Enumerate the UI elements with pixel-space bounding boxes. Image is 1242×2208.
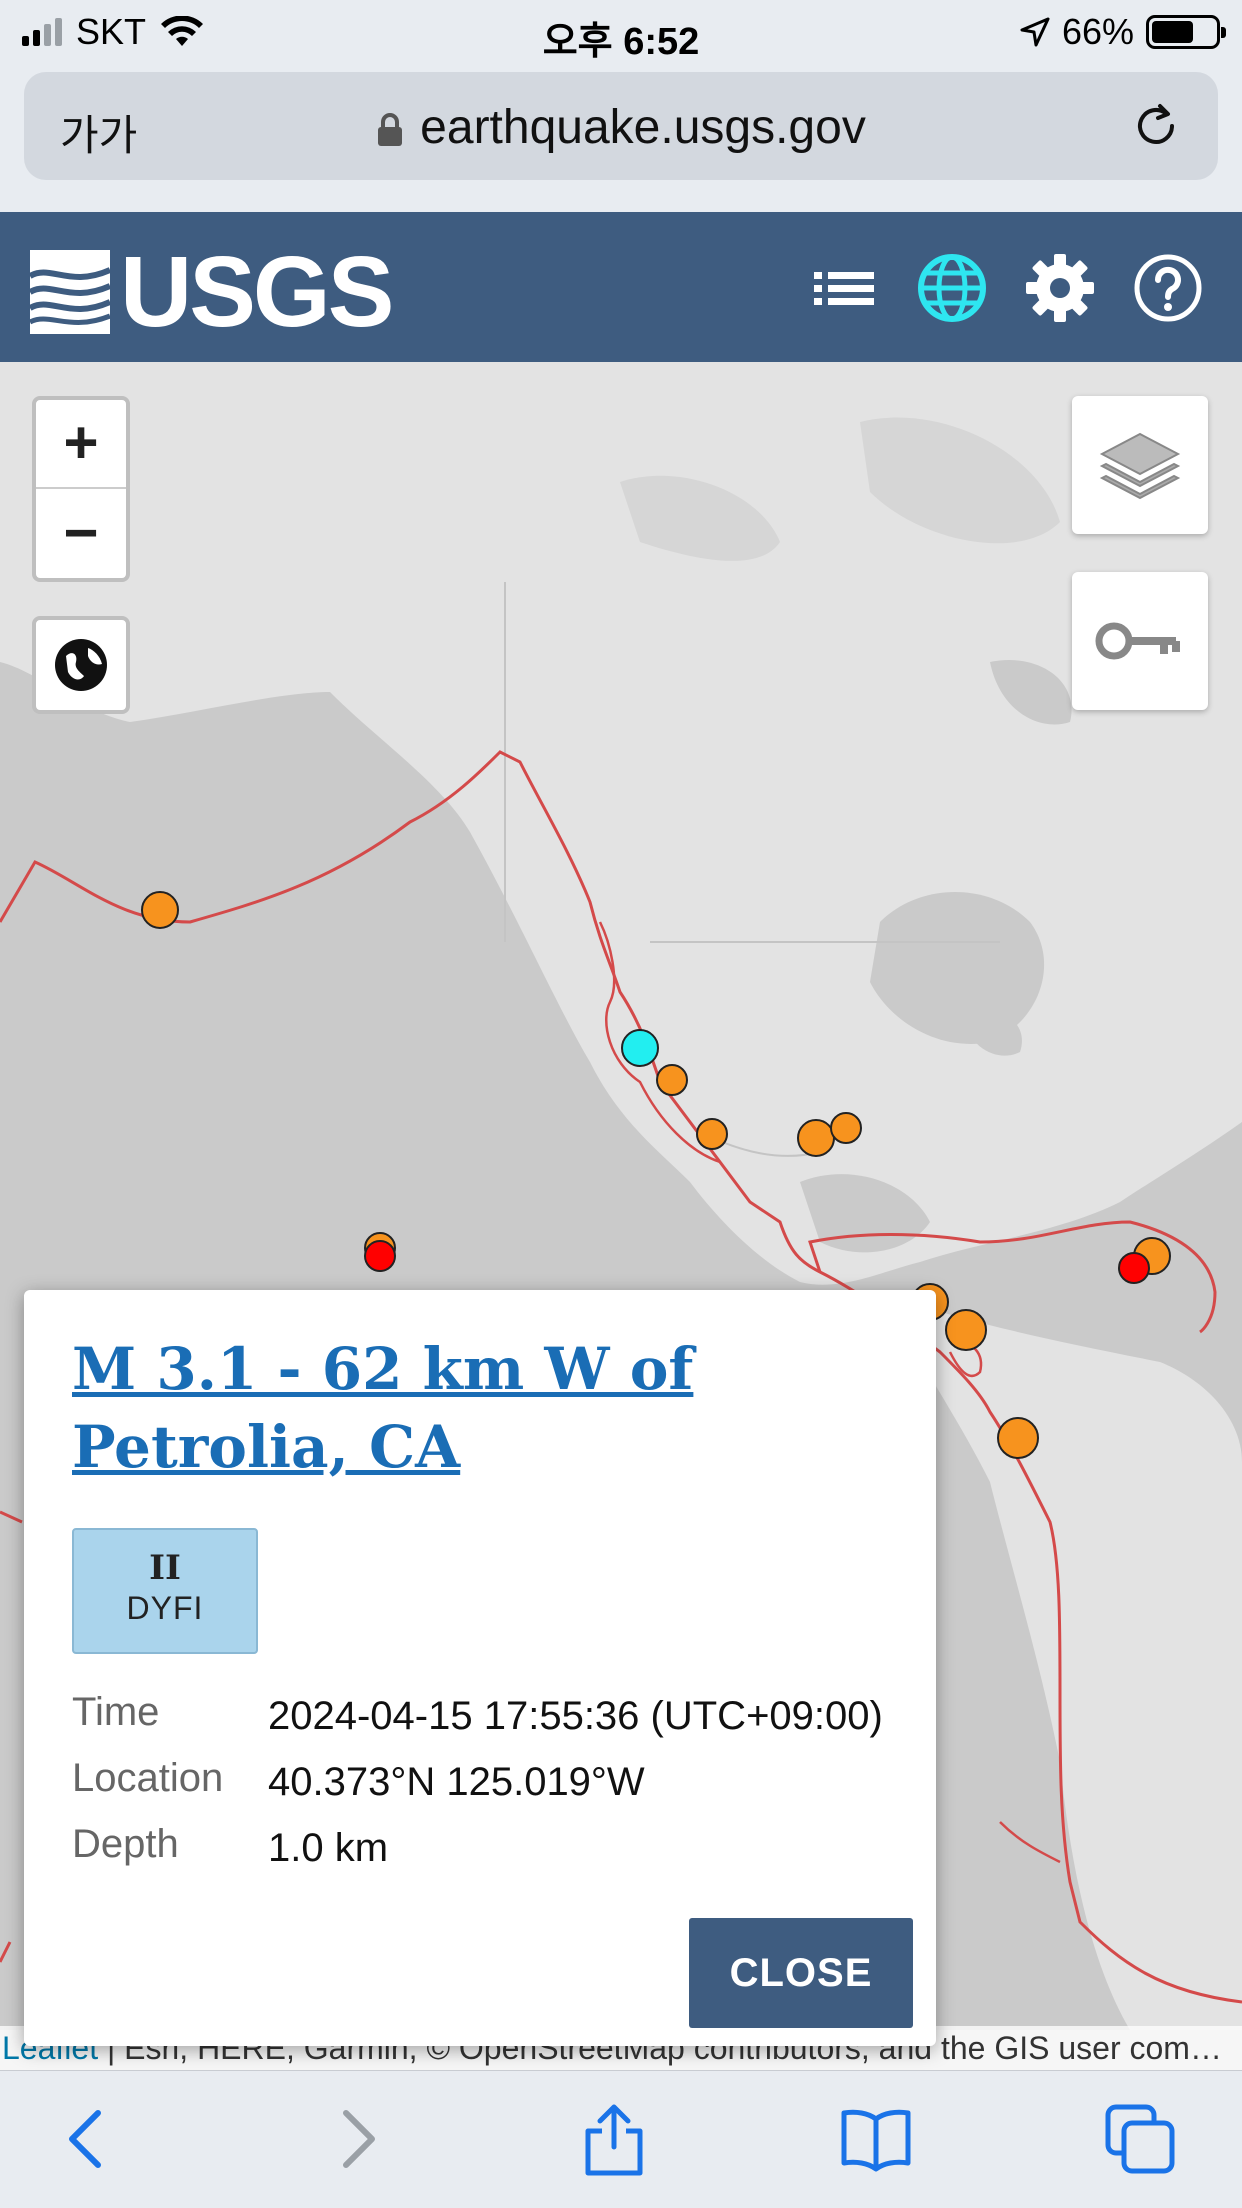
detail-value: 40.373°N 125.019°W [268,1760,645,1804]
url-text: earthquake.usgs.gov [420,101,866,154]
usgs-wave-logo-icon [30,250,110,334]
earthquake-marker[interactable] [141,891,179,929]
detail-key: Depth [72,1822,179,1866]
detail-row-location: Location 40.373°N 125.019°W [72,1756,932,1816]
earthquake-marker[interactable] [364,1240,396,1272]
earthquake-marker[interactable] [997,1417,1039,1459]
layers-icon [1099,432,1181,500]
detail-row-time: Time 2024-04-15 17:55:36 (UTC+09:00) [72,1690,932,1750]
detail-row-depth: Depth 1.0 km [72,1822,932,1882]
detail-value: 2024-04-15 17:55:36 (UTC+09:00) [268,1694,883,1738]
dyfi-intensity: II [149,1548,181,1588]
usgs-wordmark: USGS [120,236,394,348]
close-button[interactable]: CLOSE [689,1918,913,2028]
lock-icon [378,113,403,147]
globe-icon[interactable] [916,252,988,324]
earthquake-marker[interactable] [797,1119,835,1157]
zoom-out-button[interactable]: − [36,490,126,579]
status-right: 66% [1020,11,1226,52]
battery-icon [1146,15,1226,49]
usgs-logo[interactable]: USGS [30,236,394,348]
globe-icon [55,639,107,691]
reload-icon[interactable] [1130,100,1182,152]
world-view-button[interactable] [32,616,130,714]
earthquake-marker[interactable] [656,1064,688,1096]
detail-key: Location [72,1756,224,1800]
browser-toolbar [0,2070,1242,2208]
bookmarks-icon[interactable] [838,2101,914,2177]
earthquake-title-link[interactable]: M 3.1 - 62 km W of Petrolia, CA [72,1330,892,1486]
dyfi-badge[interactable]: II DYFI [72,1528,258,1654]
earthquake-marker-selected[interactable] [621,1029,659,1067]
earthquake-marker[interactable] [945,1309,987,1351]
status-bar: SKT 오후 6:52 66% [0,0,1242,66]
address-bar[interactable]: 가가 earthquake.usgs.gov [24,72,1218,180]
earthquake-marker[interactable] [696,1118,728,1150]
zoom-control: + − [32,396,130,582]
url-display[interactable]: earthquake.usgs.gov [24,100,1218,155]
gear-icon[interactable] [1024,252,1096,324]
detail-value: 1.0 km [268,1826,389,1870]
forward-icon[interactable] [318,2101,394,2177]
tabs-icon[interactable] [1102,2101,1178,2177]
key-icon [1095,622,1180,660]
site-header: USGS [0,212,1242,362]
share-icon[interactable] [576,2101,652,2177]
detail-key: Time [72,1690,160,1734]
battery-percent: 66% [1061,11,1134,52]
list-icon[interactable] [808,252,880,324]
earthquake-popup: M 3.1 - 62 km W of Petrolia, CA II DYFI … [24,1290,936,2046]
legend-key-button[interactable] [1072,572,1208,710]
earthquake-marker[interactable] [830,1112,862,1144]
help-icon[interactable] [1132,252,1204,324]
back-icon[interactable] [50,2101,126,2177]
zoom-in-button[interactable]: + [36,400,126,489]
browser-address-area: 가가 earthquake.usgs.gov [0,66,1242,212]
dyfi-label: DYFI [126,1590,204,1626]
location-arrow-icon [1020,17,1050,47]
earthquake-marker[interactable] [1118,1252,1150,1284]
layers-button[interactable] [1072,396,1208,534]
